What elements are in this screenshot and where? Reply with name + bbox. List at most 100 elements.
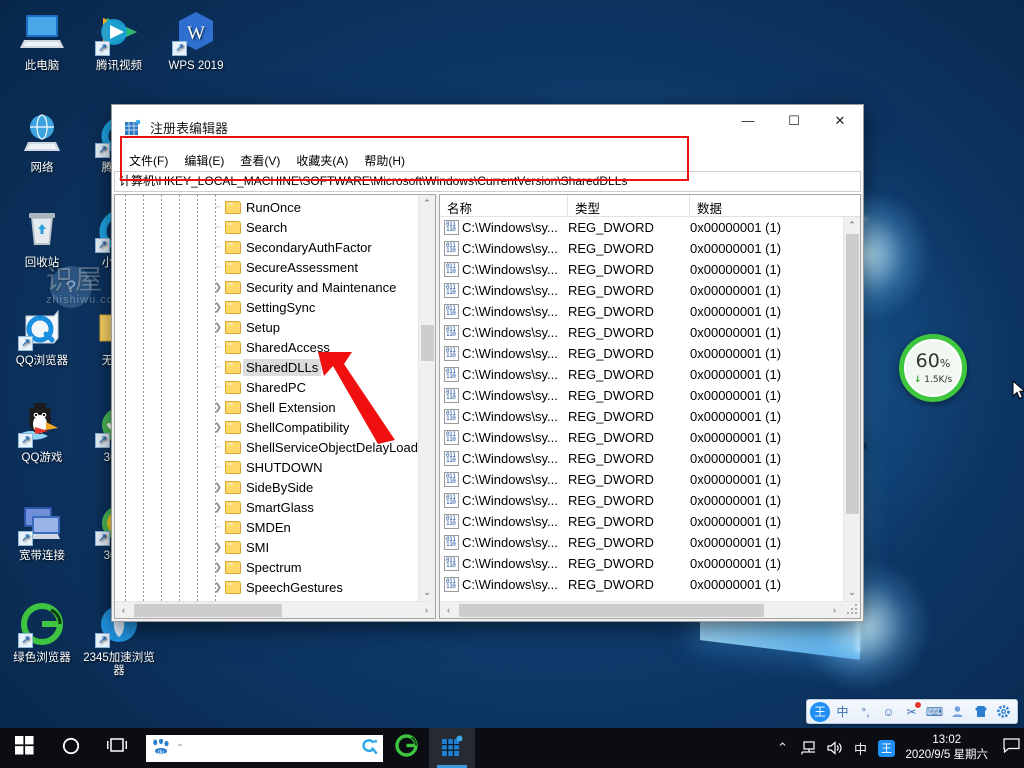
cortana-button[interactable] [48,728,94,768]
expand-chevron-icon[interactable]: ❯ [211,282,225,293]
values-table-row[interactable]: 011110C:\Windows\sy...REG_DWORD0x0000000… [440,280,843,301]
values-table-row[interactable]: 011110C:\Windows\sy...REG_DWORD0x0000000… [440,427,843,448]
desktop-icon-network[interactable]: 网络 [3,110,81,175]
tree-node[interactable]: ┄SecondaryAuthFactor [115,237,418,257]
taskbar-clock[interactable]: 13:02 2020/9/5 星期六 [900,728,998,768]
tree-node[interactable]: ┄SharedAccess [115,337,418,357]
tree-nodes[interactable]: ┄RunOnce┄Search┄SecondaryAuthFactor┄Secu… [115,197,418,601]
ime-wang-tray-icon[interactable]: 王 [874,728,900,768]
resize-grip[interactable] [845,603,858,616]
expand-chevron-icon[interactable]: ❯ [211,542,225,553]
values-column-headers[interactable]: 名称 类型 数据 [440,195,860,217]
tree-scroll-up-button[interactable]: ⌃ [419,195,436,212]
expand-chevron-icon[interactable]: ❯ [211,402,225,413]
values-table-row[interactable]: 011110C:\Windows\sy...REG_DWORD0x0000000… [440,574,843,595]
desktop-icon-computer[interactable]: 此电脑 [3,8,81,73]
taskbar-search-box[interactable]: du ⌃ [146,735,383,762]
window-titlebar[interactable]: 注册表编辑器 — ☐ ✕ [112,105,863,149]
tree-node[interactable]: ❯SMI [115,537,418,557]
desktop-icon-green-browser[interactable]: ↗ 绿色浏览器 [3,600,81,665]
menu-edit[interactable]: 编辑(E) [176,150,232,171]
ime-chinese-tray-icon[interactable]: 中 [848,728,874,768]
tree-horizontal-scrollbar[interactable]: ‹ › [115,601,435,618]
values-table-row[interactable]: 011110C:\Windows\sy...REG_DWORD0x0000000… [440,217,843,238]
tree-node[interactable]: ┄SharedPC [115,377,418,397]
search-caret-icon[interactable]: ⌃ [176,743,184,754]
tree-node[interactable]: ❯SettingSync [115,297,418,317]
values-table-row[interactable]: 011110C:\Windows\sy...REG_DWORD0x0000000… [440,301,843,322]
values-table-row[interactable]: 011110C:\Windows\sy...REG_DWORD0x0000000… [440,469,843,490]
minimize-button[interactable]: — [725,105,771,136]
tree-node[interactable]: ❯Security and Maintenance [115,277,418,297]
expand-chevron-icon[interactable]: ❯ [211,322,225,333]
desktop-icon-wps[interactable]: W ↗ WPS 2019 [157,8,235,73]
registry-tree-body[interactable]: ┄RunOnce┄Search┄SecondaryAuthFactor┄Secu… [115,195,435,601]
values-table-row[interactable]: 011110C:\Windows\sy...REG_DWORD0x0000000… [440,448,843,469]
values-list-body[interactable]: 011110C:\Windows\sy...REG_DWORD0x0000000… [440,217,843,601]
menu-bar[interactable]: 文件(F) 编辑(E) 查看(V) 收藏夹(A) 帮助(H) [112,149,863,171]
values-hscroll-thumb[interactable] [459,604,764,617]
close-button[interactable]: ✕ [817,105,863,136]
desktop-icon-qq-games[interactable]: ↗ QQ游戏 [3,400,81,465]
menu-help[interactable]: 帮助(H) [356,150,413,171]
column-header-data[interactable]: 数据 [690,195,860,216]
expand-chevron-icon[interactable]: ❯ [211,582,225,593]
column-header-type[interactable]: 类型 [568,195,690,216]
desktop-icon-recycle-bin[interactable]: 回收站 [3,205,81,270]
values-table-row[interactable]: 011110C:\Windows\sy...REG_DWORD0x0000000… [440,343,843,364]
values-table-row[interactable]: 011110C:\Windows\sy...REG_DWORD0x0000000… [440,511,843,532]
expand-chevron-icon[interactable]: ❯ [211,422,225,433]
keyboard-icon[interactable]: ⌨ [924,701,945,722]
tree-node[interactable]: ┄SMDEn [115,517,418,537]
ime-logo-icon[interactable]: 王 [810,702,830,722]
values-table-row[interactable]: 011110C:\Windows\sy...REG_DWORD0x0000000… [440,553,843,574]
values-table-row[interactable]: 011110C:\Windows\sy...REG_DWORD0x0000000… [440,364,843,385]
desktop[interactable]: ? 识屋 zhishiwu.com 此电脑 ↗ 腾讯视频 [0,0,1024,768]
values-table-row[interactable]: 011110C:\Windows\sy...REG_DWORD0x0000000… [440,490,843,511]
registry-path-input[interactable]: 计算机\HKEY_LOCAL_MACHINE\SOFTWARE\Microsof… [114,171,861,192]
registry-tree-list[interactable]: ┄RunOnce┄Search┄SecondaryAuthFactor┄Secu… [115,195,418,601]
network-speed-widget[interactable]: 60% ↓ 1.5K/s [899,334,967,402]
desktop-icon-qq-browser[interactable]: ↗ QQ浏览器 [3,303,81,368]
expand-chevron-icon[interactable]: ❯ [211,482,225,493]
tree-hscroll-thumb[interactable] [134,604,282,617]
tree-node[interactable]: ┄SHUTDOWN [115,457,418,477]
tree-scroll-down-button[interactable]: ⌄ [419,584,436,601]
ime-toolbar[interactable]: 王 中 °, ☺ ✂ ⌨ [806,699,1018,724]
settings-gear-icon[interactable] [993,701,1014,722]
tree-node[interactable]: ❯ShellCompatibility [115,417,418,437]
taskbar-app-green-browser[interactable] [383,728,429,768]
desktop-icon-tencent-video[interactable]: ↗ 腾讯视频 [80,8,158,73]
punctuation-icon[interactable]: °, [855,701,876,722]
tree-node[interactable]: ┄RunOnce [115,197,418,217]
tree-scroll-right-button[interactable]: › [418,602,435,619]
menu-file[interactable]: 文件(F) [121,150,176,171]
menu-view[interactable]: 查看(V) [232,150,288,171]
expand-chevron-icon[interactable]: ❯ [211,502,225,513]
user-icon[interactable] [947,701,968,722]
values-vertical-scrollbar[interactable]: ⌃ ⌄ [843,217,860,601]
tree-node[interactable]: ┄SharedDLLs [115,357,418,377]
maximize-button[interactable]: ☐ [771,105,817,136]
tree-scroll-thumb[interactable] [421,325,434,361]
expand-chevron-icon[interactable]: ❯ [211,562,225,573]
chinese-mode-icon[interactable]: 中 [832,701,853,722]
start-button[interactable] [0,728,48,768]
system-tray[interactable]: ⌃ 中 王 [770,728,1024,768]
action-center-button[interactable] [998,728,1024,768]
column-header-name[interactable]: 名称 [440,195,568,216]
values-scroll-left-button[interactable]: ‹ [440,602,457,619]
desktop-icon-broadband[interactable]: ↗ 宽带连接 [3,498,81,563]
expand-chevron-icon[interactable]: ❯ [211,302,225,313]
values-scroll-down-button[interactable]: ⌄ [844,584,861,601]
volume-tray-icon[interactable] [822,728,848,768]
tree-node[interactable]: ┄SecureAssessment [115,257,418,277]
values-table-row[interactable]: 011110C:\Windows\sy...REG_DWORD0x0000000… [440,406,843,427]
values-scroll-up-button[interactable]: ⌃ [844,217,861,234]
skin-icon[interactable] [970,701,991,722]
values-horizontal-scrollbar[interactable]: ‹ › [440,601,860,618]
show-hidden-icons-chevron[interactable]: ⌃ [770,728,796,768]
values-scroll-right-button[interactable]: › [826,602,843,619]
tree-node[interactable]: ┄Search [115,217,418,237]
tree-node[interactable]: ❯SmartGlass [115,497,418,517]
